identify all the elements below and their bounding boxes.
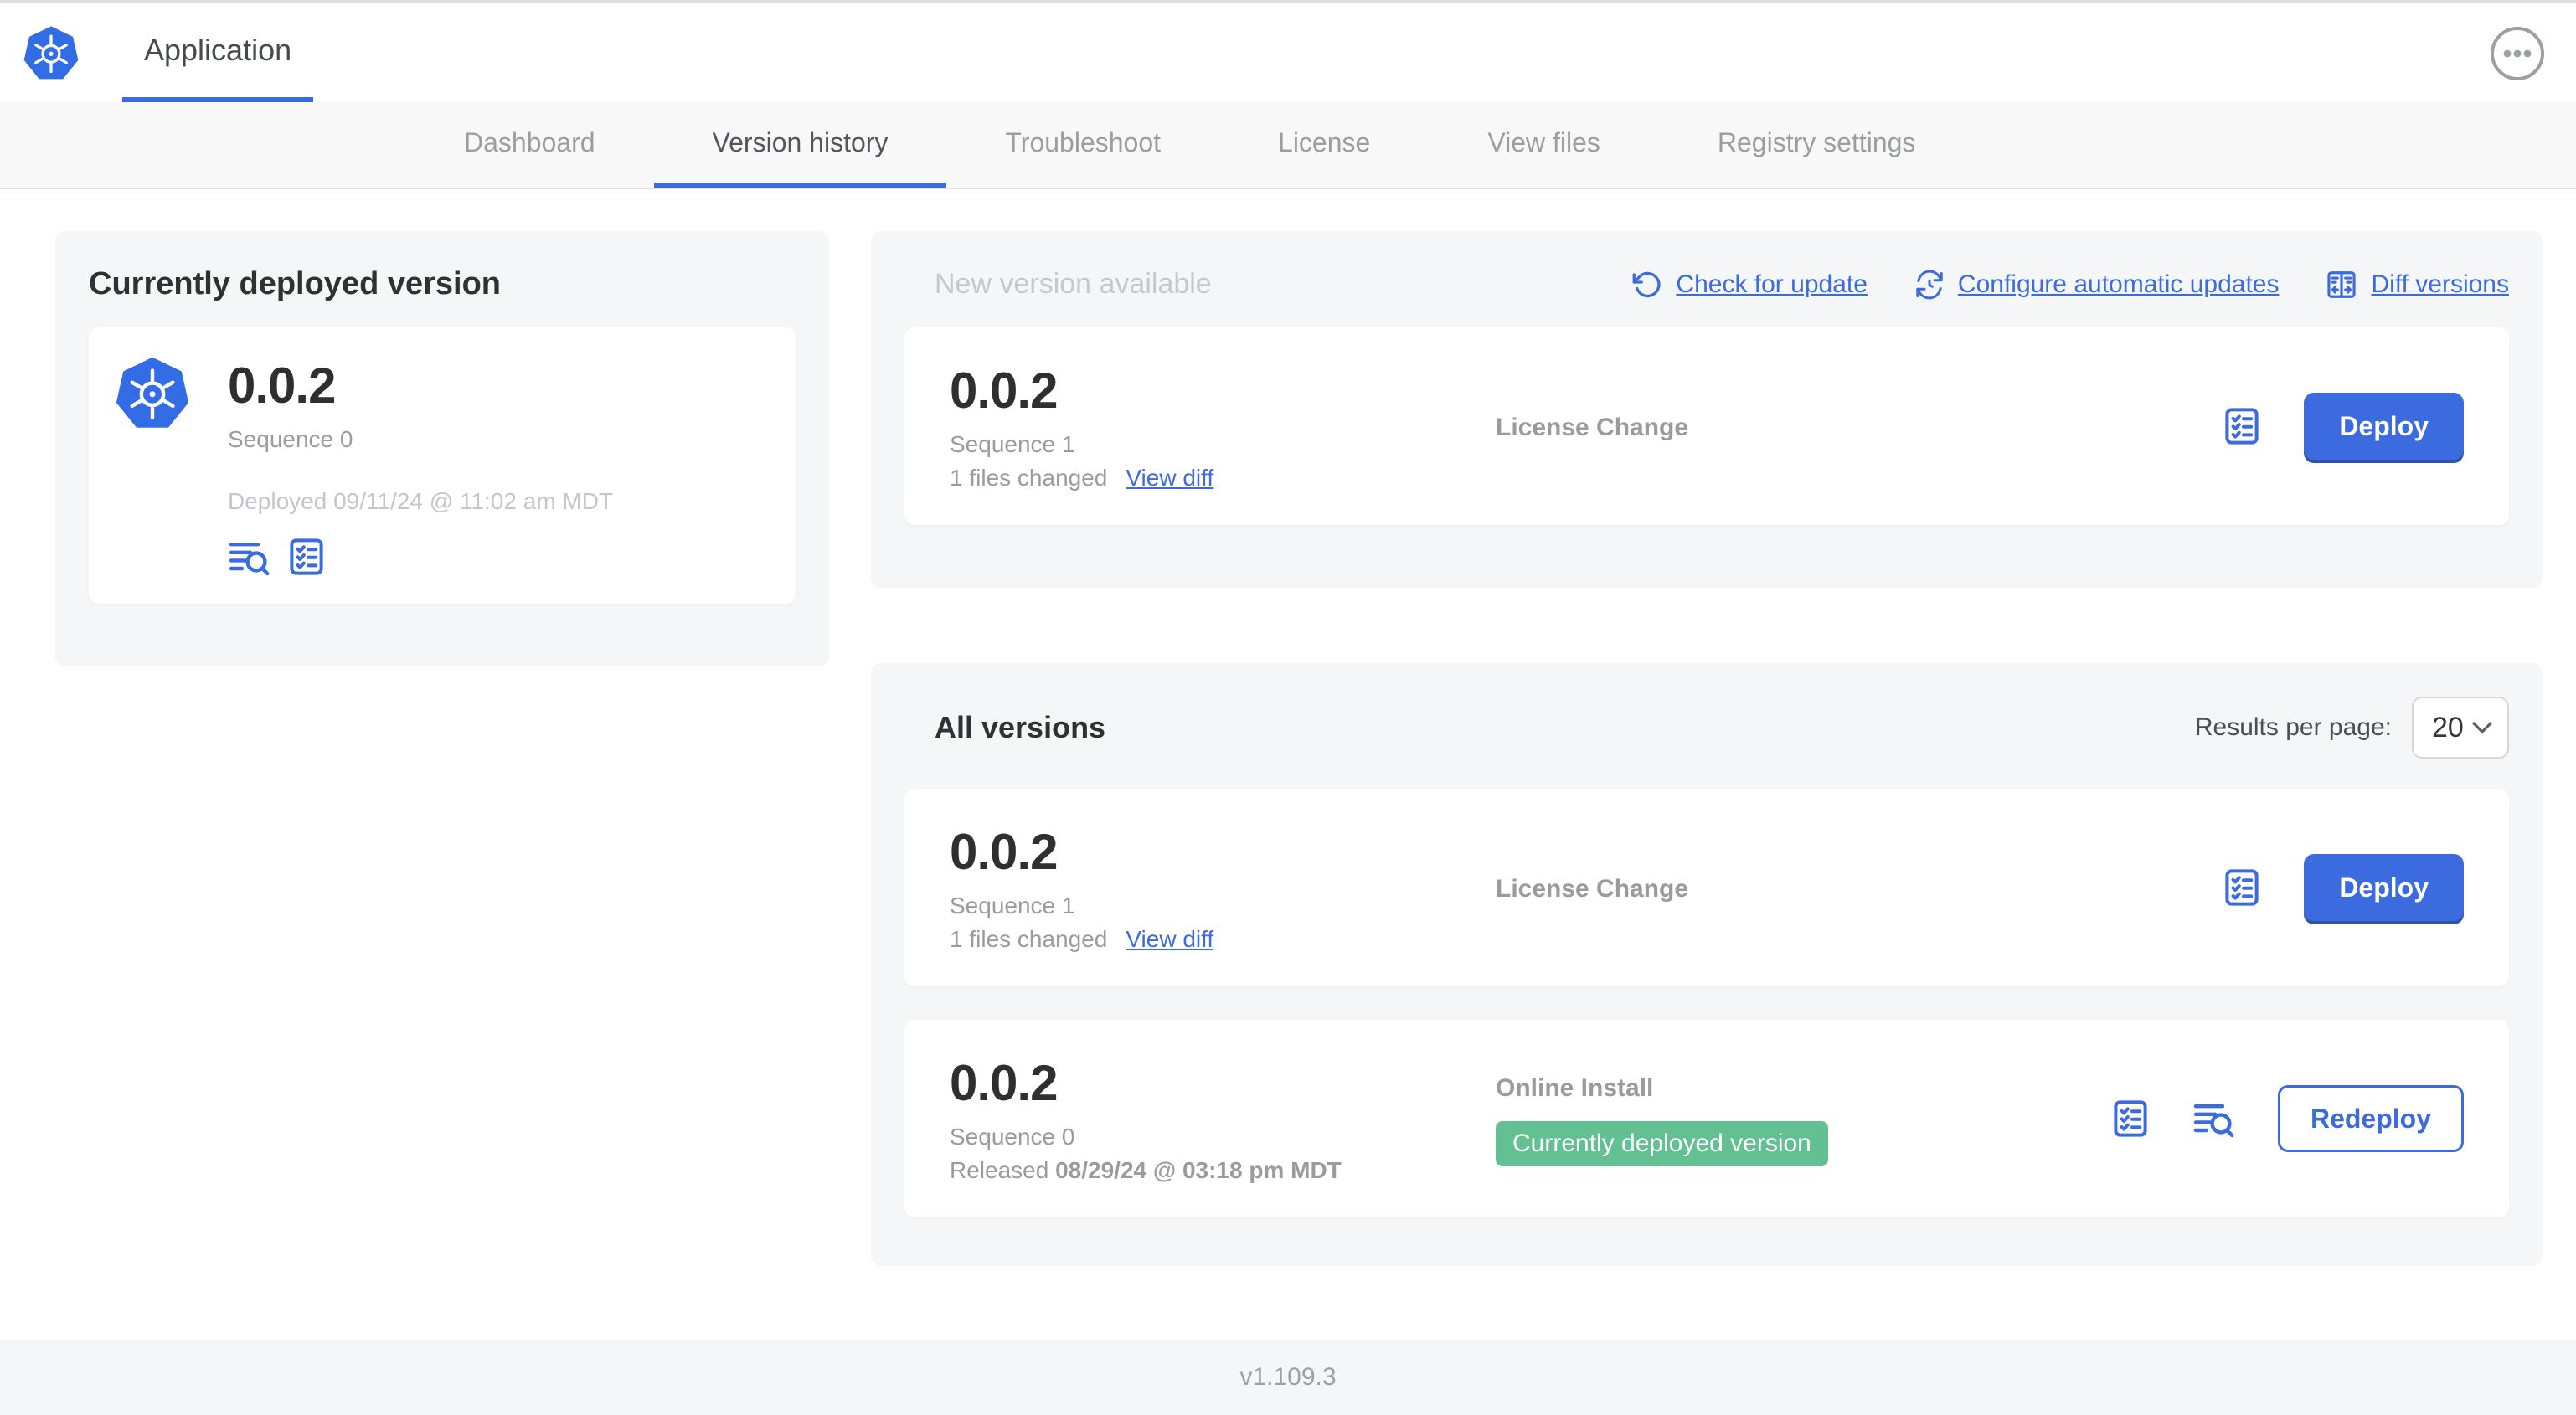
deployed-version-number: 0.0.2 xyxy=(228,358,336,414)
app-header: Application xyxy=(0,3,2576,102)
refresh-icon xyxy=(1633,271,1661,297)
view-diff-link[interactable]: View diff xyxy=(1126,926,1213,953)
console-version: v1.109.3 xyxy=(1239,1363,1337,1391)
checklist-icon xyxy=(2222,406,2262,446)
released-timestamp: Released 08/29/24 @ 03:18 pm MDT xyxy=(950,1157,1342,1183)
app-nav: Dashboard Version history Troubleshoot L… xyxy=(0,102,2576,189)
application-window: Application Dashboard Version history Tr… xyxy=(0,0,2576,1415)
app-logo-box xyxy=(0,3,122,102)
new-version-number: 0.0.2 xyxy=(950,363,1058,419)
results-per-page-select[interactable]: 20 xyxy=(2412,697,2509,759)
view-diff-link[interactable]: View diff xyxy=(1126,465,1213,491)
version-source-label: License Change xyxy=(1496,414,1689,441)
kubernetes-app-icon xyxy=(116,356,189,577)
check-for-update-label: Check for update xyxy=(1676,270,1868,298)
version-info: 0.0.2 Sequence 1 1 files changed View di… xyxy=(950,822,1496,953)
diff-versions-label: Diff versions xyxy=(2371,270,2509,298)
deploy-button[interactable]: Deploy xyxy=(2304,393,2464,460)
files-changed-text: 1 files changed xyxy=(950,926,1108,952)
nav-tab-view-files[interactable]: View files xyxy=(1429,102,1659,188)
diff-versions-link[interactable]: Diff versions xyxy=(2326,269,2509,301)
currently-deployed-panel: Currently deployed version 0.0.2 Sequenc… xyxy=(55,231,829,666)
version-row: 0.0.2 Sequence 1 1 files changed View di… xyxy=(904,789,2509,986)
new-version-panel: New version available Check for update C… xyxy=(871,231,2543,588)
scheduled-update-icon xyxy=(1916,270,1943,299)
currently-deployed-card: 0.0.2 Sequence 0 Deployed 09/11/24 @ 11:… xyxy=(89,327,796,604)
checklist-icon xyxy=(2222,867,2262,908)
ellipsis-icon xyxy=(2491,27,2544,80)
new-version-card: 0.0.2 Sequence 1 1 files changed View di… xyxy=(904,327,2509,525)
main-content: Currently deployed version 0.0.2 Sequenc… xyxy=(0,189,2576,1340)
version-sequence: Sequence 0 xyxy=(950,1124,1075,1150)
new-version-header: New version available Check for update C… xyxy=(904,268,2509,301)
nav-tab-troubleshoot[interactable]: Troubleshoot xyxy=(946,102,1219,188)
preflight-checks-button[interactable] xyxy=(2222,406,2262,446)
deployed-timestamp: Deployed 09/11/24 @ 11:02 am MDT xyxy=(228,488,614,514)
view-logs-button[interactable] xyxy=(2192,1099,2236,1139)
version-number: 0.0.2 xyxy=(950,824,1058,880)
preflight-checks-button[interactable] xyxy=(2110,1099,2151,1139)
files-changed-text: 1 files changed xyxy=(950,465,1108,491)
results-per-page-label: Results per page: xyxy=(2194,713,2392,741)
check-for-update-link[interactable]: Check for update xyxy=(1632,270,1868,300)
all-versions-panel: All versions Results per page: 20 0.0.2 … xyxy=(871,663,2543,1266)
deployed-sequence: Sequence 0 xyxy=(228,426,353,452)
version-source-label: Online Install xyxy=(1496,1074,1654,1102)
results-per-page: Results per page: 20 xyxy=(2195,697,2509,759)
preflight-checks-button[interactable] xyxy=(2222,867,2262,908)
chevron-down-icon xyxy=(2472,721,2492,734)
deployed-actions xyxy=(228,537,769,577)
nav-tab-license[interactable]: License xyxy=(1219,102,1429,188)
preflight-checks-button[interactable] xyxy=(286,537,327,577)
new-version-sequence: Sequence 1 xyxy=(950,431,1075,457)
new-version-info: 0.0.2 Sequence 1 1 files changed View di… xyxy=(950,361,1496,491)
version-source-label: License Change xyxy=(1496,875,1689,903)
deploy-button[interactable]: Deploy xyxy=(2304,854,2464,921)
nav-tab-dashboard[interactable]: Dashboard xyxy=(405,102,654,188)
checklist-icon xyxy=(286,537,327,577)
configure-automatic-updates-label: Configure automatic updates xyxy=(1957,270,2280,298)
version-sequence: Sequence 1 xyxy=(950,893,1075,918)
currently-deployed-title: Currently deployed version xyxy=(89,266,502,301)
all-versions-title: All versions xyxy=(935,710,1106,744)
version-number: 0.0.2 xyxy=(950,1055,1058,1111)
all-versions-header: All versions Results per page: 20 xyxy=(904,697,2509,759)
version-row: 0.0.2 Sequence 0 Released 08/29/24 @ 03:… xyxy=(904,1020,2509,1217)
diff-icon xyxy=(2327,270,2357,298)
results-per-page-value: 20 xyxy=(2432,711,2464,744)
app-tab-label: Application xyxy=(144,33,292,67)
logs-icon xyxy=(2192,1099,2236,1139)
nav-tab-version-history[interactable]: Version history xyxy=(653,102,947,188)
logs-icon xyxy=(228,537,271,577)
currently-deployed-badge: Currently deployed version xyxy=(1496,1121,1828,1166)
nav-tab-registry-settings[interactable]: Registry settings xyxy=(1659,102,1975,188)
redeploy-button[interactable]: Redeploy xyxy=(2277,1085,2464,1152)
tab-application[interactable]: Application xyxy=(122,3,314,102)
checklist-icon xyxy=(2110,1099,2151,1139)
view-logs-button[interactable] xyxy=(228,537,271,577)
kubernetes-logo-icon xyxy=(23,25,79,80)
new-version-title: New version available xyxy=(935,268,1212,300)
configure-automatic-updates-link[interactable]: Configure automatic updates xyxy=(1914,270,2280,300)
app-footer: v1.109.3 xyxy=(0,1340,2576,1415)
version-info: 0.0.2 Sequence 0 Released 08/29/24 @ 03:… xyxy=(950,1053,1496,1184)
update-links: Check for update Configure automatic upd… xyxy=(1632,269,2509,301)
more-options-button[interactable] xyxy=(2489,25,2546,82)
